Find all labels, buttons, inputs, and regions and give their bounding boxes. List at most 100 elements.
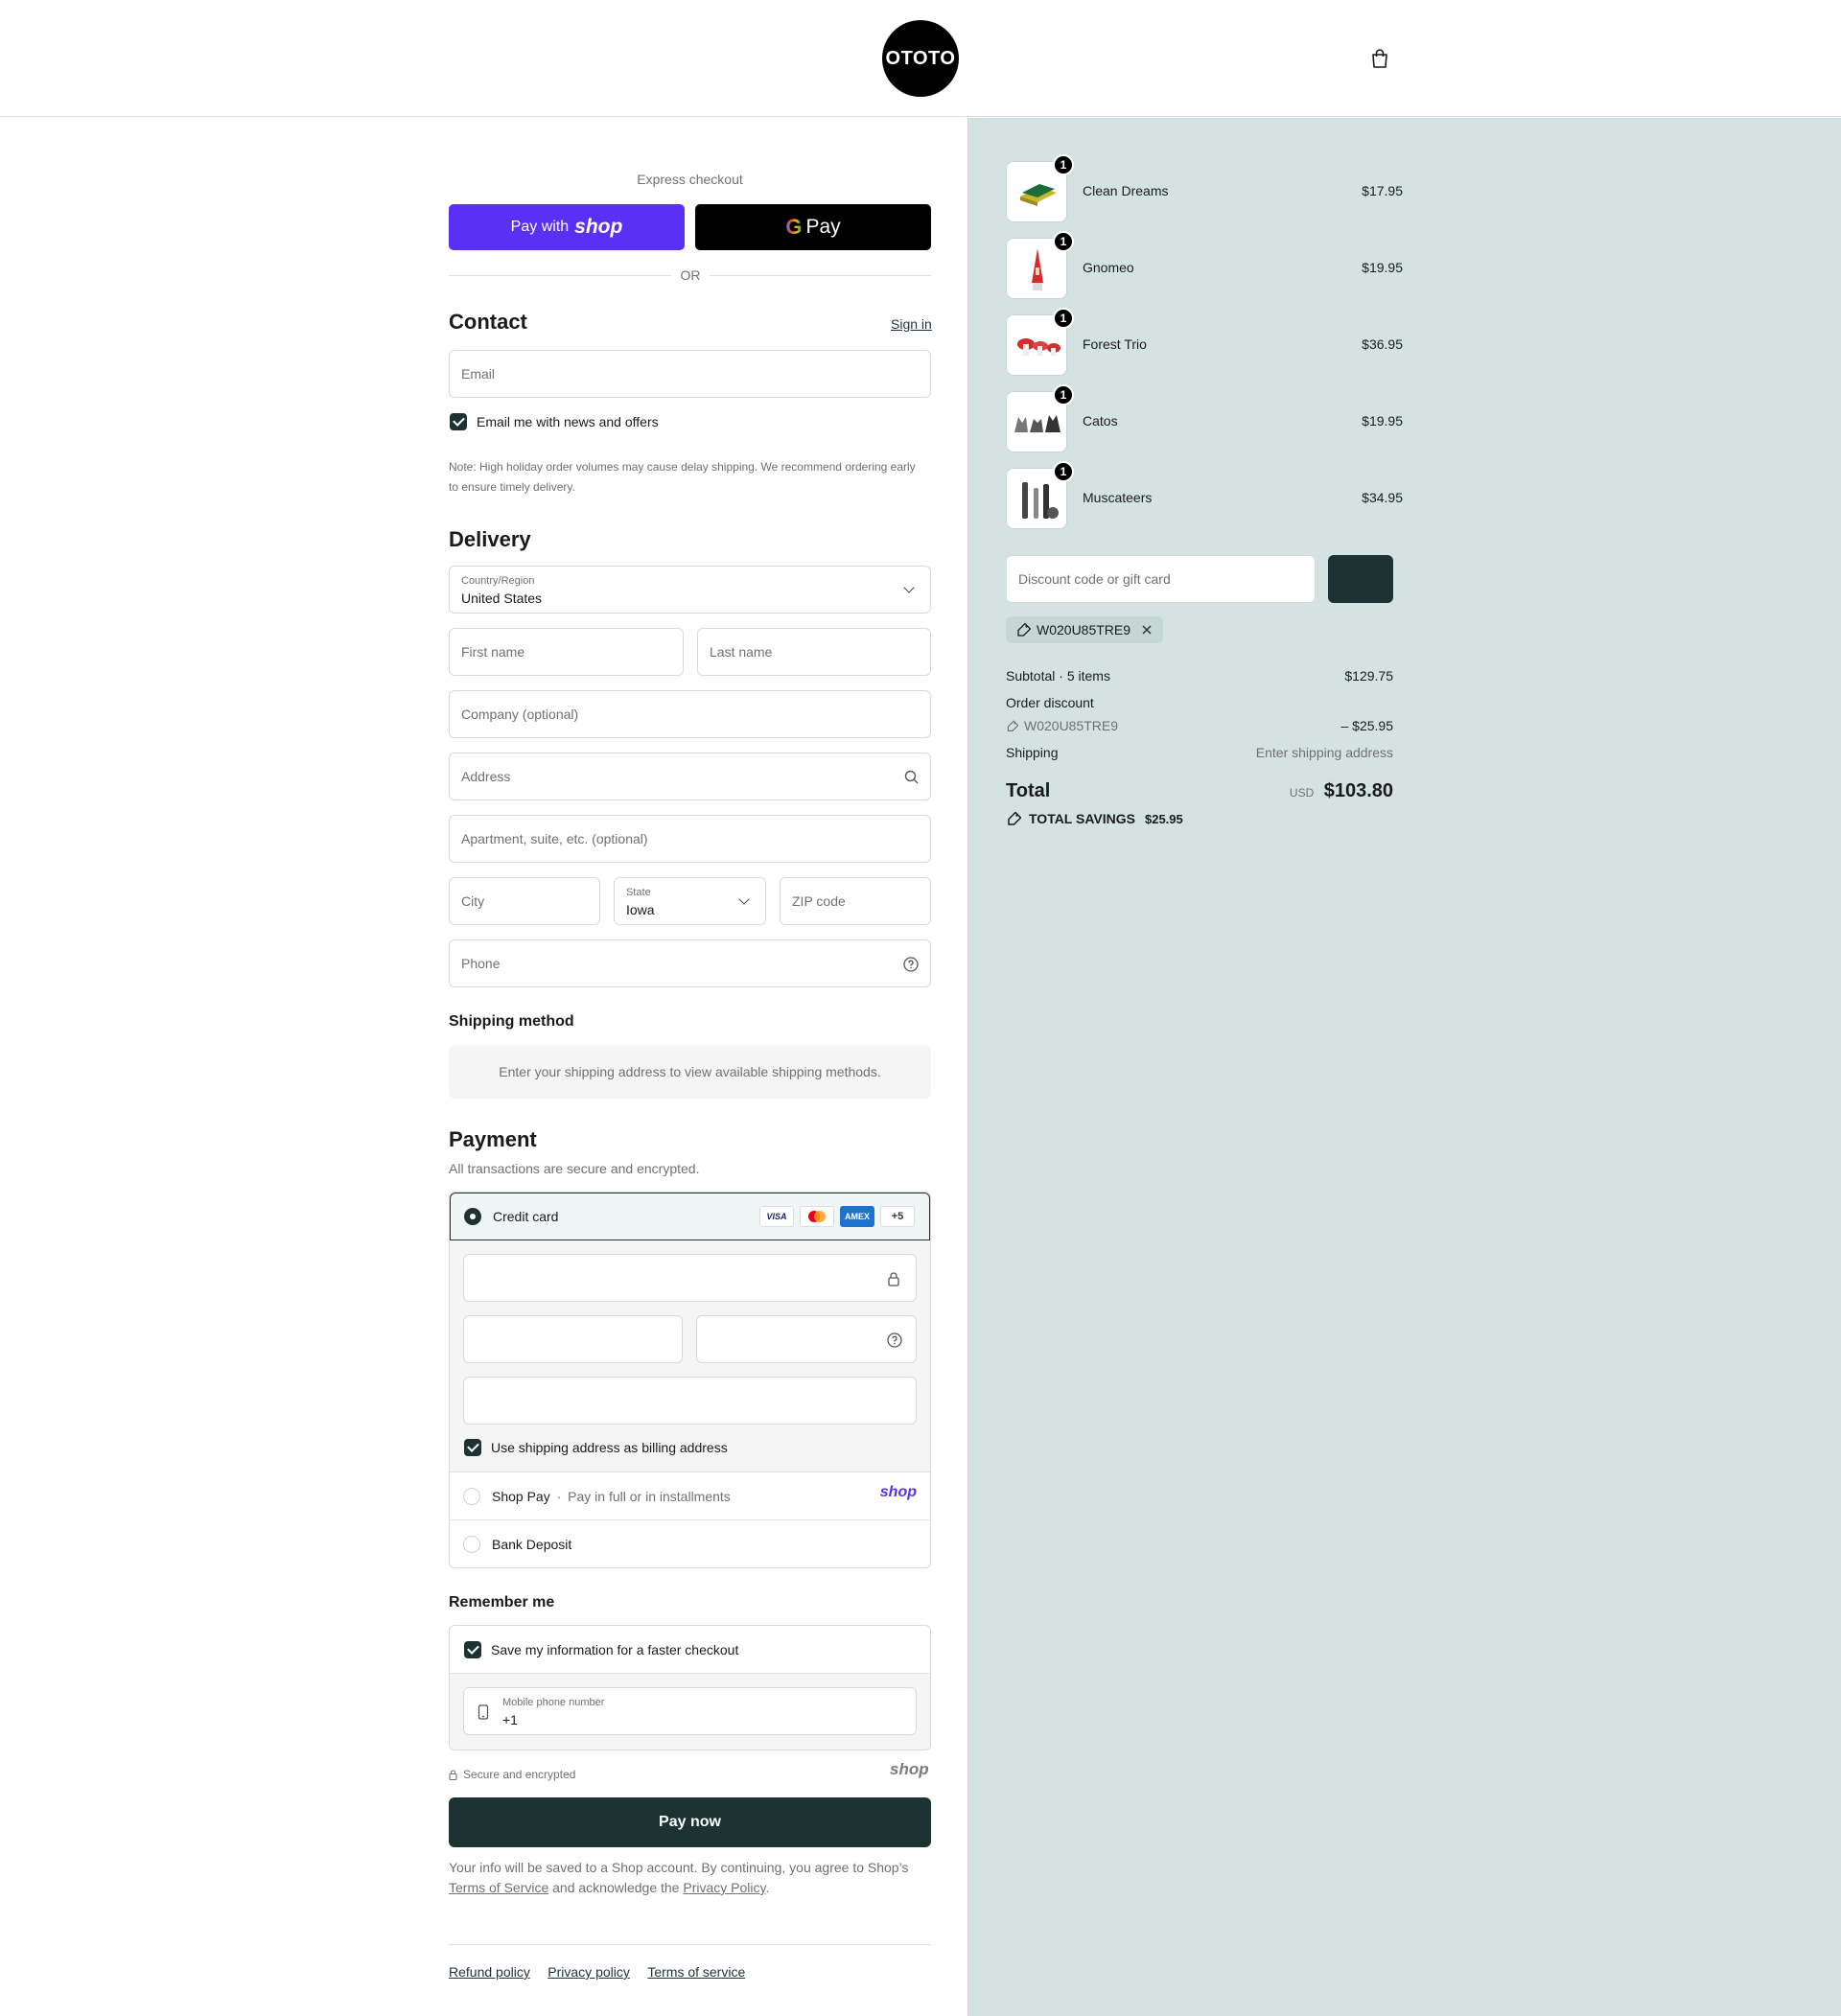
google-pay-button[interactable]: G Pay <box>695 204 931 250</box>
item-price: $19.95 <box>1362 413 1403 429</box>
discount-code-field[interactable]: Discount code or gift card <box>1006 555 1316 603</box>
phone-field[interactable]: Phone <box>449 939 931 987</box>
pay-now-button[interactable]: Pay now <box>449 1797 931 1847</box>
security-code-field[interactable] <box>696 1315 917 1363</box>
city-field[interactable]: City <box>449 877 600 925</box>
phone-placeholder: Phone <box>461 956 501 971</box>
mobile-phone-label: Mobile phone number <box>502 1697 605 1708</box>
billing-same-label: Use shipping address as billing address <box>491 1440 728 1455</box>
payment-methods: Credit card VISA AMEX +5 Use shipping ad… <box>449 1192 931 1568</box>
shop-pay-button[interactable]: Pay with shop <box>449 204 685 250</box>
remember-me-box: Save my information for a faster checkou… <box>449 1625 931 1750</box>
credit-card-label: Credit card <box>493 1209 559 1224</box>
mobile-phone-field[interactable]: Mobile phone number +1 <box>463 1687 917 1735</box>
total-currency: USD <box>1289 786 1315 799</box>
total-label: Total <box>1006 780 1051 801</box>
expiry-field[interactable] <box>463 1315 683 1363</box>
privacy-policy-link[interactable]: Privacy policy <box>548 1964 630 1980</box>
lock-icon <box>888 1272 899 1286</box>
newsletter-checkbox[interactable] <box>450 413 467 430</box>
express-checkout-label: Express checkout <box>637 172 743 187</box>
credit-card-option[interactable]: Credit card VISA AMEX +5 <box>450 1193 930 1240</box>
radio-unselected[interactable] <box>463 1488 480 1505</box>
secure-encrypted-label: Secure and encrypted <box>463 1768 576 1781</box>
close-icon[interactable] <box>1140 623 1154 637</box>
chevron-down-icon <box>903 582 915 593</box>
bank-deposit-label: Bank Deposit <box>492 1537 572 1552</box>
mastercard-icon <box>800 1206 834 1227</box>
email-field[interactable]: Email <box>449 350 931 398</box>
savings-label: TOTAL SAVINGS <box>1029 811 1135 826</box>
item-name: Forest Trio <box>1083 336 1147 352</box>
item-name: Clean Dreams <box>1083 183 1169 198</box>
shipping-method-heading: Shipping method <box>449 1013 574 1030</box>
order-discount-code: W020U85TRE9 <box>1024 718 1119 733</box>
help-icon[interactable] <box>903 957 919 972</box>
order-summary: 1 Clean Dreams $17.95 1 Gnomeo $19.95 1 … <box>967 118 1841 2016</box>
shopping-bag-icon[interactable] <box>1369 48 1390 69</box>
apply-discount-button[interactable] <box>1328 555 1393 603</box>
search-icon <box>904 770 919 784</box>
quantity-badge: 1 <box>1053 308 1074 329</box>
shipping-value: Enter shipping address <box>1255 745 1393 760</box>
footer-links: Refund policy Privacy policy Terms of se… <box>449 1964 758 1981</box>
card-details-panel: Use shipping address as billing address <box>450 1240 930 1472</box>
radio-selected[interactable] <box>464 1208 481 1225</box>
applied-code: W020U85TRE9 <box>1037 622 1131 637</box>
remember-me-heading: Remember me <box>449 1594 555 1610</box>
subtotal-label: Subtotal · 5 items <box>1006 668 1110 684</box>
shop-logo: shop <box>890 1760 929 1778</box>
total-savings: TOTAL SAVINGS $25.95 <box>1006 811 1183 826</box>
help-icon[interactable] <box>887 1332 902 1348</box>
legal-text-2: and acknowledge the <box>552 1880 680 1895</box>
tag-icon <box>1007 720 1018 731</box>
google-pay-label: Pay <box>805 216 841 238</box>
country-label: Country/Region <box>461 575 535 587</box>
billing-same-checkbox[interactable] <box>464 1439 481 1456</box>
shop-pay-option-desc: Pay in full or in installments <box>568 1489 731 1504</box>
shop-pay-logo: shop <box>574 216 623 238</box>
shipping-label: Shipping <box>1006 745 1059 760</box>
checkout-form: Express checkout Pay with shop G Pay OR … <box>0 118 967 2016</box>
address-field[interactable]: Address <box>449 753 931 800</box>
tag-icon <box>1017 622 1031 637</box>
save-info-checkbox[interactable] <box>464 1641 481 1658</box>
footer-divider <box>449 1944 931 1945</box>
refund-policy-link[interactable]: Refund policy <box>449 1964 530 1980</box>
address-placeholder: Address <box>461 769 511 784</box>
bank-deposit-option[interactable]: Bank Deposit <box>450 1520 930 1567</box>
newsletter-label: Email me with news and offers <box>477 414 659 429</box>
radio-unselected[interactable] <box>463 1536 480 1553</box>
country-select[interactable]: Country/Region United States <box>449 566 931 614</box>
item-price: $17.95 <box>1362 183 1403 198</box>
sign-in-link[interactable]: Sign in <box>891 316 932 332</box>
savings-tag-icon <box>1008 811 1021 825</box>
contact-heading: Contact <box>449 310 527 334</box>
state-label: State <box>626 887 651 898</box>
shop-privacy-link[interactable]: Privacy Policy <box>683 1880 765 1895</box>
shop-pay-logo: shop <box>879 1484 917 1500</box>
shop-pay-option[interactable]: Shop Pay · Pay in full or in installment… <box>450 1472 930 1520</box>
card-number-field[interactable] <box>463 1254 917 1302</box>
savings-value: $25.95 <box>1144 811 1183 826</box>
or-label: OR <box>671 267 710 283</box>
zip-field[interactable]: ZIP code <box>780 877 931 925</box>
shop-terms-link[interactable]: Terms of Service <box>449 1880 548 1895</box>
quantity-badge: 1 <box>1053 461 1074 482</box>
applied-discount-chip: W020U85TRE9 <box>1006 616 1164 643</box>
terms-of-service-link[interactable]: Terms of service <box>647 1964 745 1980</box>
email-placeholder: Email <box>461 366 496 382</box>
item-name: Muscateers <box>1083 490 1153 505</box>
company-field[interactable]: Company (optional) <box>449 690 931 738</box>
quantity-badge: 1 <box>1053 231 1074 252</box>
save-info-row[interactable]: Save my information for a faster checkou… <box>450 1626 930 1674</box>
state-select[interactable]: State Iowa <box>614 877 766 925</box>
apartment-field[interactable]: Apartment, suite, etc. (optional) <box>449 815 931 863</box>
name-on-card-field[interactable] <box>463 1377 917 1425</box>
first-name-field[interactable]: First name <box>449 628 684 676</box>
google-g-icon: G <box>785 215 803 239</box>
save-info-label: Save my information for a faster checkou… <box>491 1642 739 1657</box>
last-name-field[interactable]: Last name <box>697 628 931 676</box>
store-logo[interactable]: OTOTO <box>882 20 959 97</box>
chevron-down-icon <box>738 893 750 905</box>
